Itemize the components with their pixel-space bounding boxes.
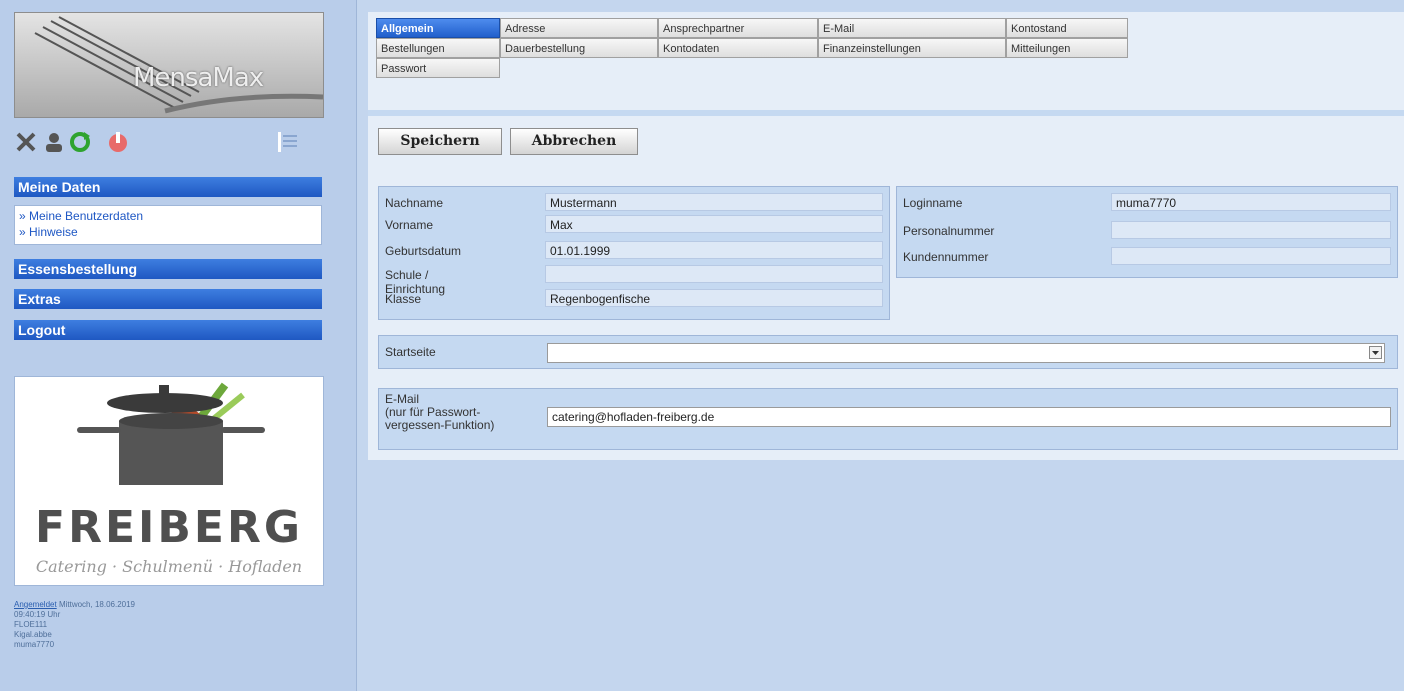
content-panel: Allgemein Adresse Ansprechpartner E-Mail… <box>368 12 1404 460</box>
tab-bestellungen[interactable]: Bestellungen <box>376 38 500 58</box>
email-label: E-Mail (nur für Passwort- vergessen-Funk… <box>385 393 494 432</box>
tab-finanzeinstellungen[interactable]: Finanzeinstellungen <box>818 38 1006 58</box>
startseite-select[interactable] <box>547 343 1385 363</box>
label-personalnummer: Personalnummer <box>903 224 995 238</box>
value-kundennummer <box>1111 247 1391 265</box>
tab-allgemein[interactable]: Allgemein <box>376 18 500 38</box>
login-time: 09:40:19 Uhr <box>14 610 61 619</box>
email-group: E-Mail (nur für Passwort- vergessen-Funk… <box>378 388 1398 450</box>
dropdown-arrow-icon[interactable] <box>1369 346 1382 359</box>
value-vorname: Max <box>545 215 883 233</box>
tab-dauerbestellung[interactable]: Dauerbestellung <box>500 38 658 58</box>
tab-kontostand[interactable]: Kontostand <box>1006 18 1128 38</box>
nav-item-hinweise[interactable]: » Hinweise <box>15 224 321 240</box>
login-date: Mittwoch, 18.06.2019 <box>58 600 135 609</box>
label-loginname: Loginname <box>903 196 963 210</box>
account-data-group: Loginname muma7770 Personalnummer Kunden… <box>896 186 1398 278</box>
value-geburtsdatum: 01.01.1999 <box>545 241 883 259</box>
value-personalnummer <box>1111 221 1391 239</box>
tab-mitteilungen[interactable]: Mitteilungen <box>1006 38 1128 58</box>
personal-data-group: Nachname Mustermann Vorname Max Geburtsd… <box>378 186 890 320</box>
save-button[interactable]: Speichern <box>378 128 502 155</box>
email-label-line-3: vergessen-Funktion) <box>385 418 495 432</box>
main-content: Allgemein Adresse Ansprechpartner E-Mail… <box>368 12 1404 691</box>
divider <box>368 110 1404 116</box>
power-icon[interactable] <box>106 130 130 154</box>
caterer-tagline: Catering · Schulmenü · Hofladen <box>35 557 303 576</box>
nav-section-essensbestellung[interactable]: Essensbestellung <box>14 259 322 279</box>
status-login-name: muma7770 <box>14 640 55 649</box>
label-vorname: Vorname <box>385 218 434 232</box>
sidebar: MensaMax Meine Daten » Meine Benutzerdat… <box>0 0 357 691</box>
nav-section-meine-daten[interactable]: Meine Daten <box>14 177 322 197</box>
user-icon[interactable] <box>42 130 66 154</box>
client-code: FLOE111 <box>14 620 48 629</box>
value-schule <box>545 265 883 283</box>
startseite-group: Startseite <box>378 335 1398 369</box>
tab-ansprechpartner[interactable]: Ansprechpartner <box>658 18 818 38</box>
tab-email[interactable]: E-Mail <box>818 18 1006 38</box>
nav-item-meine-benutzerdaten[interactable]: » Meine Benutzerdaten <box>15 208 321 224</box>
tab-kontodaten[interactable]: Kontodaten <box>658 38 818 58</box>
login-status-link[interactable]: Angemeldet <box>14 600 57 609</box>
label-klasse: Klasse <box>385 292 422 306</box>
nav-section-extras[interactable]: Extras <box>14 289 322 309</box>
label-geburtsdatum: Geburtsdatum <box>385 244 462 258</box>
caterer-name: FREIBERG <box>35 502 303 553</box>
logo-text: MensaMax <box>133 63 264 93</box>
value-klasse: Regenbogenfische <box>545 289 883 307</box>
menu-icon[interactable] <box>276 130 300 154</box>
refresh-icon[interactable] <box>68 130 92 154</box>
nav-submenu: » Meine Benutzerdaten » Hinweise <box>14 205 322 245</box>
nav-section-logout[interactable]: Logout <box>14 320 322 340</box>
status-user-line: Kigal.abbe <box>14 630 52 639</box>
login-status: Angemeldet Mittwoch, 18.06.2019 09:40:19… <box>14 600 322 650</box>
email-field[interactable]: catering@hofladen-freiberg.de <box>547 407 1391 427</box>
cooking-pot-graphic <box>77 382 265 485</box>
value-loginname: muma7770 <box>1111 193 1391 211</box>
cancel-button[interactable]: Abbrechen <box>510 128 638 155</box>
label-startseite: Startseite <box>385 345 436 359</box>
tab-adresse[interactable]: Adresse <box>500 18 658 38</box>
label-nachname: Nachname <box>385 196 444 210</box>
tab-passwort[interactable]: Passwort <box>376 58 500 78</box>
mensamax-logo: MensaMax <box>14 12 324 118</box>
toolbar-icons <box>14 130 322 158</box>
caterer-logo: FREIBERG Catering · Schulmenü · Hofladen <box>14 376 324 586</box>
close-x-icon[interactable] <box>14 130 38 154</box>
label-kundennummer: Kundennummer <box>903 250 989 264</box>
value-nachname: Mustermann <box>545 193 883 211</box>
